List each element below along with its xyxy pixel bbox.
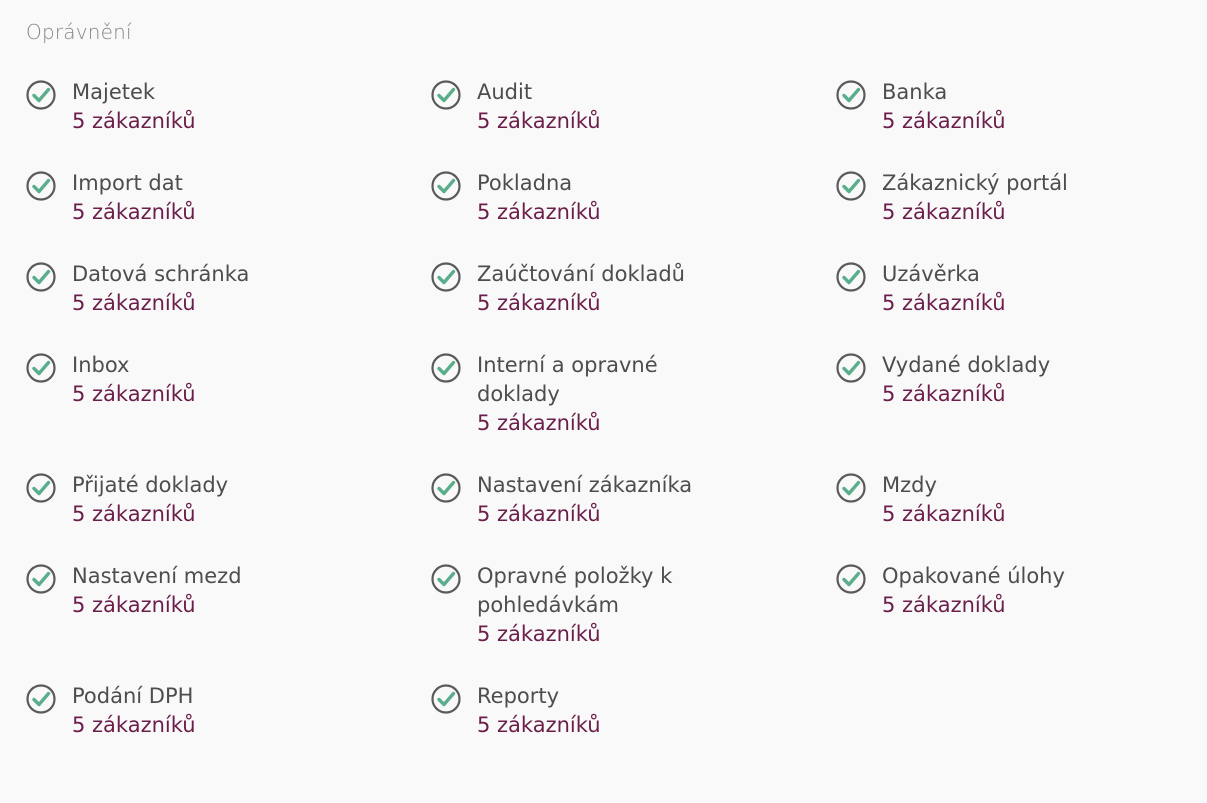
permission-count: 5 zákazníků (72, 382, 196, 406)
permission-count: 5 zákazníků (72, 291, 196, 315)
permission-item: Opravné položky k pohledávkám 5 zákazníků (430, 562, 835, 649)
permission-item: Interní a opravné doklady 5 zákazníků (430, 351, 835, 438)
permission-name: Přijaté doklady (72, 473, 229, 497)
permission-name: Banka (882, 80, 948, 104)
permission-name: Vydané doklady (882, 353, 1051, 377)
permission-name: Majetek (72, 80, 156, 104)
check-circle-icon (431, 684, 461, 714)
check-circle-icon (26, 80, 56, 110)
permission-item: Mzdy 5 zákazníků (835, 471, 1195, 529)
permission-item: Nastavení mezd 5 zákazníků (25, 562, 430, 649)
permission-count: 5 zákazníků (882, 291, 1006, 315)
permission-count: 5 zákazníků (72, 713, 196, 737)
permission-count: 5 zákazníků (72, 200, 196, 224)
permission-item: Podání DPH 5 zákazníků (25, 682, 430, 740)
permission-item: Audit 5 zákazníků (430, 78, 835, 136)
check-circle-icon (431, 564, 461, 594)
permission-count: 5 zákazníků (882, 593, 1006, 617)
check-circle-icon (836, 262, 866, 292)
permission-count: 5 zákazníků (477, 502, 601, 526)
permission-item: Nastavení zákazníka 5 zákazníků (430, 471, 835, 529)
permission-item: Import dat 5 zákazníků (25, 169, 430, 227)
permission-name: Interní a opravné doklady (477, 353, 658, 406)
permission-item: Přijaté doklady 5 zákazníků (25, 471, 430, 529)
permission-count: 5 zákazníků (72, 593, 196, 617)
permission-item: Inbox 5 zákazníků (25, 351, 430, 438)
permission-count: 5 zákazníků (477, 411, 601, 435)
permission-name: Import dat (72, 171, 183, 195)
check-circle-icon (431, 353, 461, 383)
check-circle-icon (26, 353, 56, 383)
permission-name: Podání DPH (72, 684, 194, 708)
permission-item: Majetek 5 zákazníků (25, 78, 430, 136)
permission-count: 5 zákazníků (477, 200, 601, 224)
check-circle-icon (431, 473, 461, 503)
permission-name: Mzdy (882, 473, 937, 497)
check-circle-icon (836, 564, 866, 594)
check-circle-icon (836, 80, 866, 110)
permission-count: 5 zákazníků (882, 502, 1006, 526)
check-circle-icon (431, 80, 461, 110)
permission-item: Banka 5 zákazníků (835, 78, 1195, 136)
permission-count: 5 zákazníků (882, 109, 1006, 133)
permission-count: 5 zákazníků (477, 109, 601, 133)
permission-name: Pokladna (477, 171, 573, 195)
check-circle-icon (836, 473, 866, 503)
permission-name: Nastavení zákazníka (477, 473, 693, 497)
permission-name: Datová schránka (72, 262, 250, 286)
permission-name: Opravné položky k pohledávkám (477, 564, 673, 617)
check-circle-icon (26, 171, 56, 201)
permission-count: 5 zákazníků (882, 382, 1006, 406)
permission-item: Vydané doklady 5 zákazníků (835, 351, 1195, 438)
permission-count: 5 zákazníků (477, 713, 601, 737)
permission-item: Uzávěrka 5 zákazníků (835, 260, 1195, 318)
permission-name: Reporty (477, 684, 560, 708)
permission-count: 5 zákazníků (72, 502, 196, 526)
permission-item: Pokladna 5 zákazníků (430, 169, 835, 227)
permission-name: Nastavení mezd (72, 564, 242, 588)
check-circle-icon (431, 262, 461, 292)
permission-name: Opakované úlohy (882, 564, 1065, 588)
check-circle-icon (26, 262, 56, 292)
permission-item: Reporty 5 zákazníků (430, 682, 835, 740)
permissions-grid: Majetek 5 zákazníků Audit 5 zákazníků Bank… (25, 78, 1205, 773)
permission-name: Zaúčtování dokladů (477, 262, 685, 286)
check-circle-icon (836, 171, 866, 201)
permission-name: Inbox (72, 353, 130, 377)
check-circle-icon (26, 564, 56, 594)
permission-item: Datová schránka 5 zákazníků (25, 260, 430, 318)
section-title: Oprávnění (26, 20, 132, 44)
check-circle-icon (836, 353, 866, 383)
check-circle-icon (431, 171, 461, 201)
check-circle-icon (26, 473, 56, 503)
permission-name: Audit (477, 80, 533, 104)
check-circle-icon (26, 684, 56, 714)
permission-name: Zákaznický portál (882, 171, 1068, 195)
permission-count: 5 zákazníků (72, 109, 196, 133)
permission-count: 5 zákazníků (882, 200, 1006, 224)
permission-count: 5 zákazníků (477, 622, 601, 646)
permission-name: Uzávěrka (882, 262, 980, 286)
permission-item: Opakované úlohy 5 zákazníků (835, 562, 1195, 649)
permission-item: Zákaznický portál 5 zákazníků (835, 169, 1195, 227)
permission-item: Zaúčtování dokladů 5 zákazníků (430, 260, 835, 318)
permission-count: 5 zákazníků (477, 291, 601, 315)
